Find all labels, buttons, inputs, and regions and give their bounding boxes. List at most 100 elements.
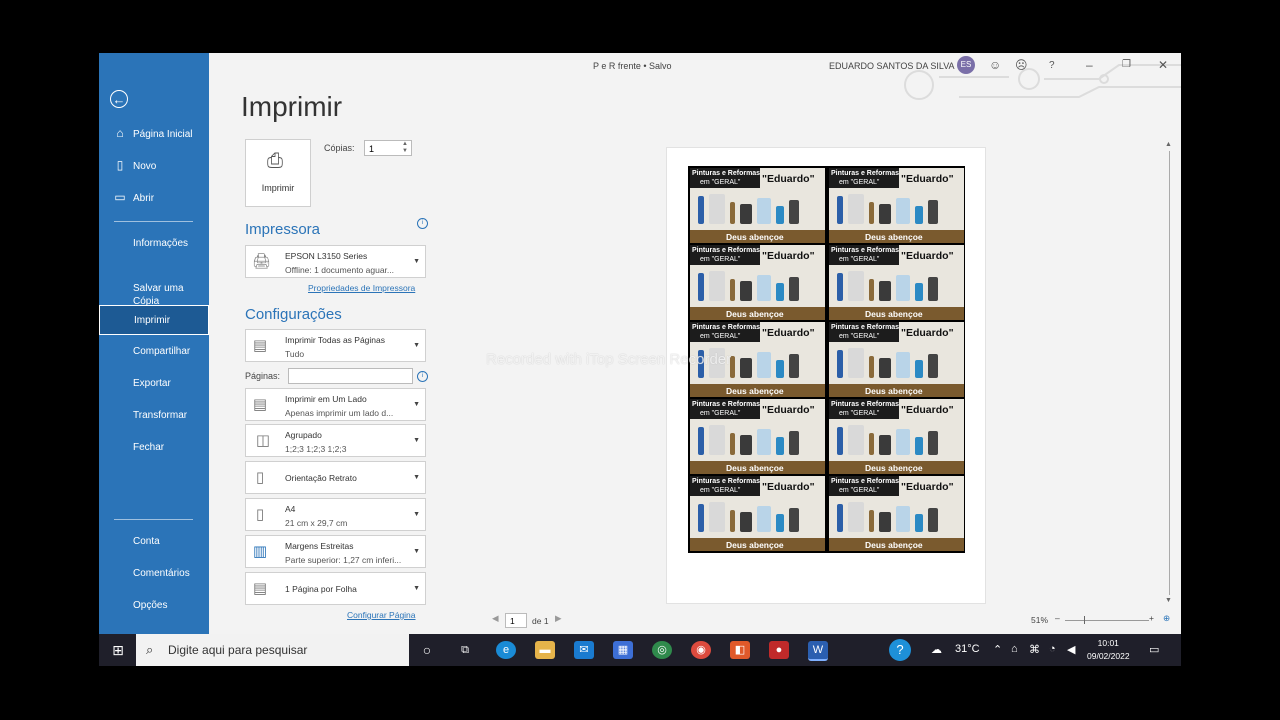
card-line2: em "GERAL" (839, 333, 880, 340)
setting-detail: Tudo (285, 349, 305, 359)
sidebar-item-export[interactable]: Exportar (99, 377, 209, 390)
sidebar-item-home[interactable]: ⌂ Página Inicial (99, 127, 209, 141)
chrome-icon[interactable]: ◉ (691, 641, 711, 659)
notifications-icon[interactable]: ▭ (1149, 643, 1159, 656)
card-blessing: Deus abençoe (865, 232, 923, 242)
search-placeholder: Digite aqui para pesquisar (168, 643, 308, 657)
sidebar-item-label: Abrir (133, 193, 155, 204)
input-method-icon[interactable]: ⌘ (1029, 643, 1040, 656)
scroll-track[interactable] (1169, 151, 1170, 595)
sidebar-item-close[interactable]: Fechar (99, 441, 209, 454)
page-current: 1 (510, 616, 515, 626)
scroll-down-icon[interactable]: ▼ (1165, 597, 1172, 604)
close-icon[interactable]: ✕ (1158, 58, 1168, 72)
stepper-arrows-icon[interactable]: ▲ ▼ (402, 141, 408, 155)
card-line2: em "GERAL" (839, 410, 880, 417)
office-icon[interactable]: ◧ (730, 641, 750, 659)
store-icon[interactable]: ▦ (613, 641, 633, 659)
next-page-icon[interactable]: ▶ (555, 613, 562, 624)
tripadvisor-icon[interactable]: ◎ (652, 641, 672, 659)
chevron-down-icon: ▼ (413, 474, 420, 481)
fit-page-icon[interactable]: ⊕ (1163, 613, 1170, 624)
pages-per-sheet-select[interactable]: ▤ 1 Página por Folha ▼ (245, 572, 426, 605)
sidebar-item-info[interactable]: Informações (99, 237, 209, 250)
edge-icon[interactable]: e (496, 641, 516, 659)
business-card: Pinturas e Reformas em "GERAL" "Eduardo" De… (829, 399, 964, 474)
margins-select[interactable]: ▥ Margens Estreitas Parte superior: 1,27… (245, 535, 426, 568)
printer-heading: Impressora (245, 221, 321, 238)
sidebar-item-new[interactable]: ▯ Novo (99, 158, 209, 173)
mail-icon[interactable]: ✉ (574, 641, 594, 659)
zoom-level[interactable]: 51% (1031, 615, 1048, 625)
sidebar-item-print[interactable]: Imprimir (99, 305, 209, 335)
zoom-slider[interactable] (1065, 620, 1149, 621)
pages-per-sheet-icon: ▤ (252, 580, 268, 597)
tool-shape (698, 273, 704, 301)
zoom-in-icon[interactable]: + (1149, 613, 1154, 623)
tool-shape (879, 204, 891, 224)
volume-icon[interactable]: ◀ (1067, 643, 1075, 656)
screen-recorder-icon[interactable]: ● (769, 641, 789, 659)
wifi-icon[interactable]: ◔ (1049, 643, 1056, 655)
back-arrow-icon[interactable]: ← (110, 90, 128, 108)
one-side-icon: ▤ (252, 396, 268, 413)
previous-page-icon[interactable]: ◀ (492, 613, 499, 624)
tool-shape (879, 358, 891, 378)
help-icon[interactable]: ? (889, 639, 911, 661)
cortana-icon[interactable]: ○ (417, 641, 437, 659)
info-icon[interactable]: i (417, 218, 428, 229)
sidebar-item-account[interactable]: Conta (99, 535, 209, 548)
sidebar-item-save-copy[interactable]: Salvar uma Cópia (99, 269, 209, 308)
zoom-out-icon[interactable]: – (1055, 613, 1060, 623)
page-setup-link[interactable]: Configurar Página (347, 610, 416, 620)
user-name[interactable]: EDUARDO SANTOS DA SILVA (829, 61, 955, 71)
avatar[interactable]: ES (957, 56, 975, 74)
pages-input[interactable] (288, 368, 413, 384)
sidebar-item-transform[interactable]: Transformar (99, 409, 209, 422)
taskbar-search[interactable]: ⌕ Digite aqui para pesquisar (136, 634, 409, 666)
chevron-up-icon[interactable]: ⌃ (993, 643, 1002, 656)
task-view-icon[interactable]: ⧉ (455, 641, 475, 659)
tool-shape (915, 514, 923, 532)
temperature[interactable]: 31°C (955, 643, 980, 655)
smile-icon[interactable]: ☺ (989, 58, 1001, 72)
file-explorer-icon[interactable]: ▬ (535, 641, 555, 659)
card-line2: em "GERAL" (839, 487, 880, 494)
tool-shape (928, 354, 938, 378)
tools-illustration (835, 267, 959, 301)
sidebar-item-open[interactable]: ▭ Abrir (99, 191, 209, 205)
copies-stepper[interactable]: 1 ▲ ▼ (364, 140, 412, 156)
minimize-icon[interactable]: – (1086, 58, 1093, 72)
collation-select[interactable]: ◫ Agrupado 1;2;3 1;2;3 1;2;3 ▼ (245, 424, 426, 457)
zoom-thumb[interactable] (1084, 616, 1085, 624)
weather-icon[interactable]: ☁ (931, 643, 942, 656)
sidebar-item-options[interactable]: Opções (99, 599, 209, 612)
tool-shape (915, 360, 923, 378)
printer-select[interactable]: 🖨 EPSON L3150 Series Offline: 1 document… (245, 245, 426, 278)
network-icon[interactable]: ⌂ (1011, 643, 1018, 655)
page-number-input[interactable]: 1 (505, 613, 527, 628)
print-button[interactable]: ⎙ Imprimir (245, 139, 311, 207)
sides-select[interactable]: ▤ Imprimir em Um Lado Apenas imprimir um… (245, 388, 426, 421)
help-icon[interactable]: ? (1049, 60, 1055, 71)
sidebar-item-feedback[interactable]: Comentários (99, 567, 209, 580)
tool-shape (896, 506, 910, 532)
windows-start-icon[interactable]: ⊞ (108, 641, 128, 659)
sidebar-item-label: Transformar (133, 410, 188, 421)
new-document-icon: ▯ (116, 158, 124, 172)
scroll-up-icon[interactable]: ▲ (1165, 141, 1172, 148)
paper-size-select[interactable]: ▯ A4 21 cm x 29,7 cm ▼ (245, 498, 426, 531)
system-clock[interactable]: 10:01 09/02/2022 (1087, 637, 1130, 663)
card-line1: Pinturas e Reformas (692, 324, 761, 331)
frown-icon[interactable]: ☹ (1015, 58, 1028, 72)
word-icon[interactable]: W (808, 641, 828, 661)
printer-properties-link[interactable]: Propriedades de Impressora (308, 283, 415, 293)
preview-scrollbar[interactable]: ▲ ▼ (1165, 141, 1175, 607)
restore-icon[interactable]: ❐ (1122, 59, 1131, 70)
orientation-select[interactable]: ▯ Orientação Retrato ▼ (245, 461, 426, 494)
print-range-select[interactable]: ▤ Imprimir Todas as Páginas Tudo ▼ (245, 329, 426, 362)
sidebar-item-label: Opções (133, 600, 168, 611)
info-icon[interactable]: i (417, 371, 428, 382)
tool-shape (709, 425, 725, 455)
sidebar-item-share[interactable]: Compartilhar (99, 345, 209, 358)
